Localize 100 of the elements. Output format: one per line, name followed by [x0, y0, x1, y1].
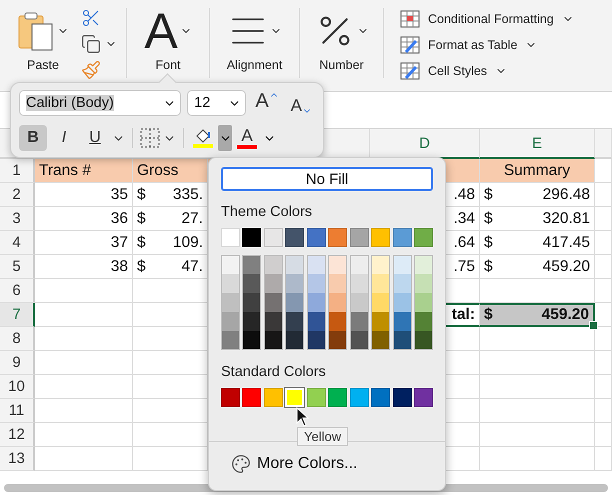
bold-button[interactable]: B [19, 125, 47, 151]
grow-font-button[interactable]: A [252, 90, 282, 116]
row-number[interactable]: 12 [0, 423, 35, 447]
color-swatch[interactable] [285, 331, 304, 350]
color-swatch[interactable] [221, 293, 240, 312]
color-swatch[interactable] [371, 274, 390, 293]
font-name-select[interactable]: Calibri (Body) [19, 90, 182, 116]
color-swatch[interactable] [221, 312, 240, 331]
color-swatch[interactable] [328, 312, 348, 331]
italic-button[interactable]: I [50, 125, 78, 151]
section-label: Standard Colors [221, 364, 327, 380]
table-cell [595, 159, 612, 183]
row-number[interactable]: 8 [0, 327, 35, 351]
color-swatch[interactable] [264, 255, 283, 274]
color-swatch[interactable] [392, 312, 412, 331]
color-swatch[interactable] [264, 293, 283, 312]
color-swatch[interactable] [392, 274, 412, 293]
column-header[interactable]: E [480, 129, 595, 159]
underline-button[interactable]: U [81, 125, 109, 151]
borders-icon[interactable] [140, 128, 160, 148]
color-swatch[interactable] [221, 255, 240, 274]
color-swatch[interactable] [350, 331, 369, 350]
color-swatch[interactable] [371, 293, 390, 312]
color-swatch[interactable] [414, 331, 433, 350]
no-fill-button[interactable]: No Fill [221, 167, 433, 191]
color-swatch[interactable] [242, 293, 262, 312]
color-swatch[interactable] [306, 331, 326, 350]
row-number[interactable]: 6 [0, 279, 35, 303]
color-swatch[interactable] [414, 312, 433, 331]
color-swatch[interactable] [242, 274, 262, 293]
conditional-format-icon [400, 10, 420, 28]
currency-symbol: $ [484, 234, 493, 252]
table-cell: 35 [35, 183, 133, 207]
color-swatch[interactable] [285, 293, 304, 312]
row-number[interactable]: 3 [0, 207, 35, 231]
fill-color-dropdown[interactable] [218, 125, 232, 151]
color-swatch[interactable] [392, 331, 412, 350]
color-swatch[interactable] [350, 293, 369, 312]
color-swatch[interactable] [414, 293, 433, 312]
color-swatch[interactable] [392, 293, 412, 312]
color-swatch[interactable] [306, 293, 326, 312]
cell-value: 417.45 [542, 234, 590, 252]
paintbrush-icon[interactable] [81, 60, 101, 80]
color-swatch[interactable] [350, 255, 369, 274]
color-swatch[interactable] [306, 312, 326, 331]
color-swatch[interactable] [242, 312, 262, 331]
color-swatch[interactable] [371, 255, 390, 274]
color-swatch[interactable] [328, 293, 348, 312]
section-label: Theme Colors [221, 204, 314, 220]
style-menu-button[interactable]: Format as Table [428, 38, 518, 52]
column-header[interactable]: D [370, 129, 480, 159]
color-swatch[interactable] [264, 274, 283, 293]
color-swatch[interactable] [306, 255, 326, 274]
group-label[interactable]: Alignment [226, 58, 282, 72]
font-color-button[interactable]: A [235, 125, 259, 151]
color-swatch[interactable] [221, 274, 240, 293]
row-number[interactable]: 10 [0, 375, 35, 399]
table-cell [595, 303, 612, 327]
row-number[interactable]: 5 [0, 255, 35, 279]
color-swatch[interactable] [306, 274, 326, 293]
color-swatch[interactable] [264, 331, 283, 350]
color-swatch[interactable] [242, 255, 262, 274]
color-swatch[interactable] [350, 274, 369, 293]
style-menu-button[interactable]: Conditional Formatting [428, 12, 554, 26]
row-number[interactable]: 1 [0, 159, 35, 183]
scissors-icon[interactable] [81, 8, 101, 28]
table-cell: 37 [35, 231, 133, 255]
group-label[interactable]: Font [155, 58, 180, 72]
color-swatch[interactable] [242, 331, 262, 350]
color-swatch[interactable] [350, 312, 369, 331]
color-swatch[interactable] [285, 255, 304, 274]
fill-handle[interactable] [589, 321, 598, 330]
color-swatch[interactable] [285, 274, 304, 293]
cell-value: 47. [181, 258, 203, 276]
group-label[interactable]: Number [319, 58, 364, 72]
cell-value: 296.48 [542, 186, 590, 204]
font-size-select[interactable]: 12 [187, 90, 246, 116]
color-swatch[interactable] [371, 331, 390, 350]
table-format-icon [400, 36, 420, 54]
shrink-font-button[interactable]: A [288, 90, 315, 116]
row-number[interactable]: 7 [0, 303, 35, 327]
color-swatch[interactable] [414, 255, 433, 274]
row-number[interactable]: 4 [0, 231, 35, 255]
more-colors-button[interactable]: More Colors... [221, 454, 433, 474]
color-swatch[interactable] [328, 331, 348, 350]
color-swatch[interactable] [371, 312, 390, 331]
color-swatch[interactable] [328, 274, 348, 293]
row-number[interactable]: 9 [0, 351, 35, 375]
color-swatch[interactable] [392, 255, 412, 274]
color-swatch[interactable] [328, 255, 348, 274]
row-number[interactable]: 11 [0, 399, 35, 423]
row-number[interactable]: 13 [0, 447, 35, 471]
color-swatch[interactable] [414, 274, 433, 293]
paste-button[interactable]: Paste [27, 58, 59, 72]
row-number[interactable]: 2 [0, 183, 35, 207]
color-swatch[interactable] [285, 312, 304, 331]
copy-icon[interactable] [81, 34, 101, 54]
style-menu-button[interactable]: Cell Styles [428, 64, 488, 78]
color-swatch[interactable] [264, 312, 283, 331]
color-swatch[interactable] [221, 331, 240, 350]
